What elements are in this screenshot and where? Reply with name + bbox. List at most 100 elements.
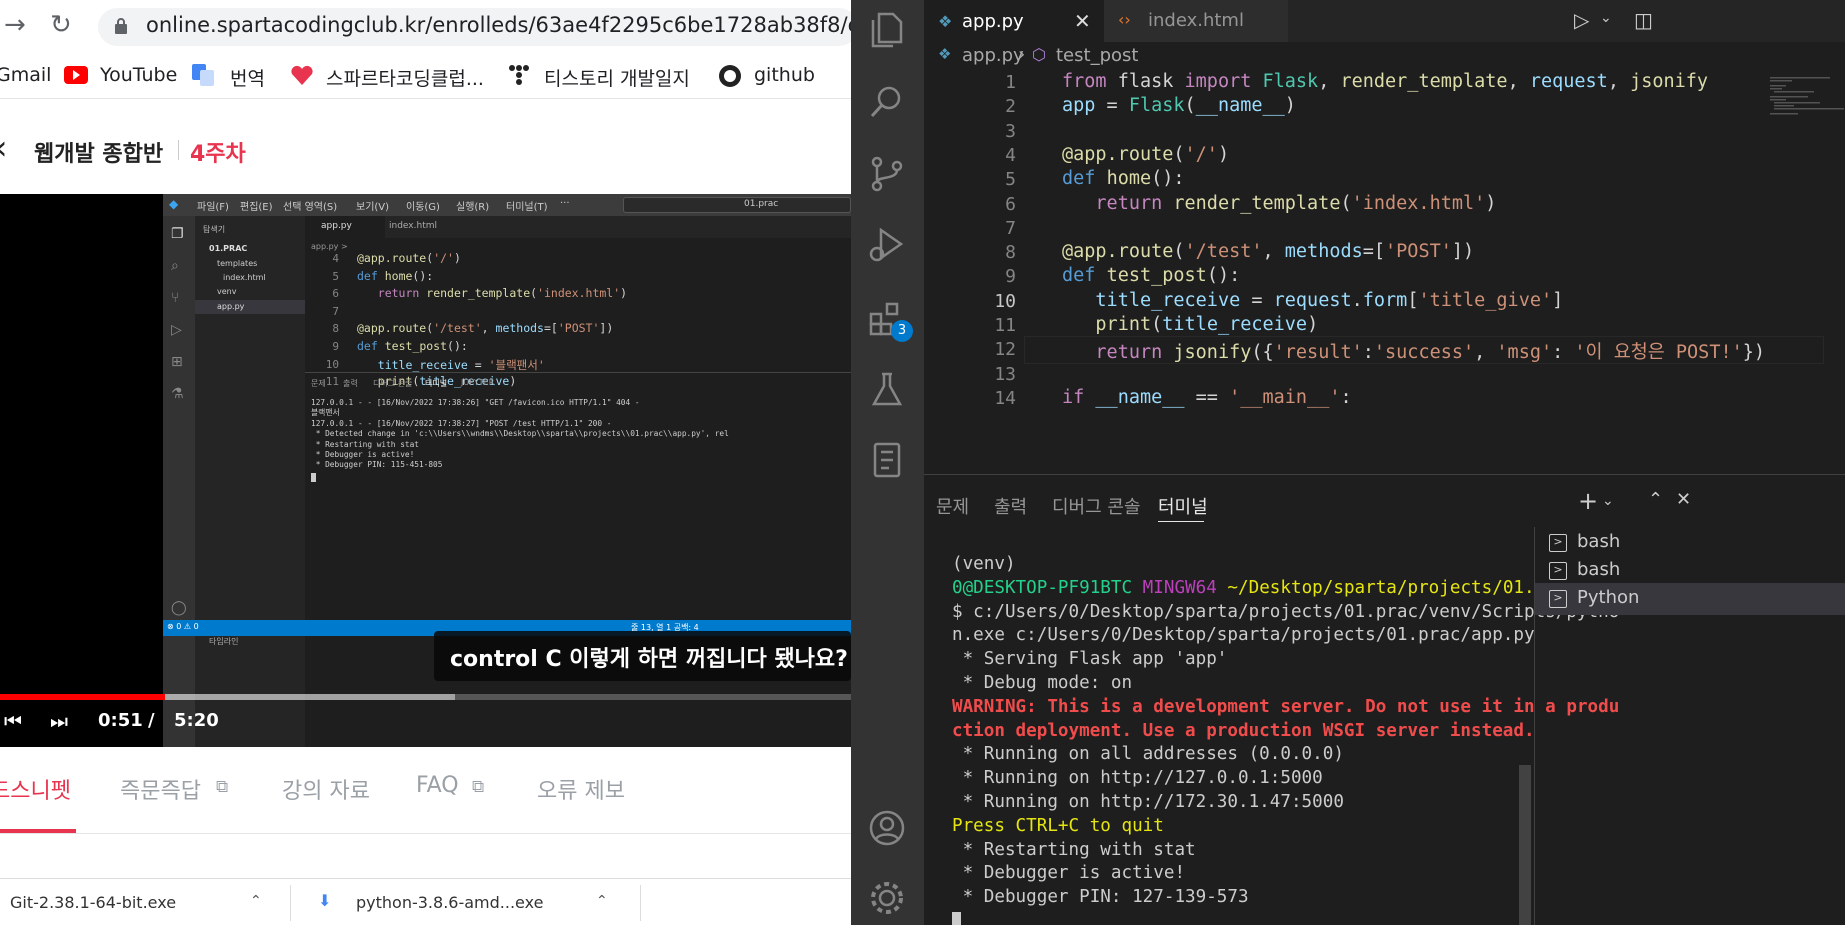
terminal-item-label: bash [1577, 559, 1621, 580]
close-icon[interactable]: ✕ [1074, 9, 1091, 33]
chevron-down-icon[interactable]: ⌄ [1600, 10, 1612, 26]
inner-terminal-cursor [311, 472, 316, 482]
inner-menu-edit: 편집(E) [240, 202, 273, 213]
tab-index-html[interactable]: ‹› index.html [1104, 0, 1288, 42]
download-item-python[interactable]: python-3.8.6-amd...exe [356, 893, 543, 912]
inner-terminal-line: * Detected change in 'c:\\Users\\wndms\\… [311, 429, 729, 439]
close-panel-icon[interactable]: ✕ [1676, 489, 1691, 510]
github-icon [719, 65, 741, 87]
inner-activitybar: ❐ ⌕ ⑂ ▷ ⊞ ⚗ ◯ [163, 216, 195, 747]
reload-button[interactable]: ↻ [50, 12, 72, 38]
term-quit-hint: Press CTRL+C to quit [952, 815, 1164, 836]
terminal-output[interactable]: (venv) 0@DESKTOP-PF91BTC MINGW64 ~/Deskt… [952, 553, 1619, 925]
inner-panel-tab: JUPYTER [461, 378, 495, 387]
term-running-local: * Running on http://127.0.0.1:5000 [952, 768, 1323, 789]
back-chevron-icon[interactable]: ‹ [0, 128, 8, 168]
code-editor[interactable]: 1 from flask import Flask, render_templat… [924, 72, 1845, 474]
inner-run-icon: ▷ [171, 322, 182, 338]
term-cmd1: $ c:/Users/0/Desktop/sparta/projects/01.… [952, 601, 1620, 622]
chevron-down-icon[interactable]: ⌄ [1602, 493, 1614, 509]
term-debug-mode: * Debug mode: on [952, 672, 1133, 693]
inner-extensions-icon: ⊞ [171, 354, 183, 370]
gear-icon[interactable] [865, 876, 909, 920]
run-file-icon[interactable]: ▷ [1574, 8, 1589, 32]
breadcrumb-file[interactable]: app.py [962, 45, 1024, 66]
bookmark-github[interactable]: github [754, 64, 815, 86]
forward-button[interactable]: → [4, 12, 26, 38]
line-number: 5 [1005, 169, 1016, 191]
new-terminal-icon[interactable]: + [1578, 487, 1598, 515]
explorer-icon[interactable] [865, 8, 909, 52]
code-line: app = Flask(__name__) [1062, 95, 1296, 117]
term-warning-1: WARNING: This is a development server. D… [952, 696, 1620, 717]
term-warning-2: ction deployment. Use a production WSGI … [952, 720, 1535, 741]
inner-status-left: ⊗ 0 ⚠ 0 [167, 622, 199, 631]
bottom-panel: 문제 출력 디버그 콘솔 터미널 + ⌄ ⌃ ✕ (venv) 0@DESKTO… [924, 474, 1845, 925]
inner-line-number: 10 [325, 357, 339, 371]
tab-qna[interactable]: 즉문즉답 [120, 773, 201, 805]
bookmark-translate[interactable]: 번역 [230, 64, 265, 91]
tab-faq[interactable]: FAQ [416, 773, 459, 798]
inner-code-line: def home(): [357, 268, 434, 283]
line-number: 9 [1005, 266, 1016, 288]
panel-tab-debug-console[interactable]: 디버그 콘솔 [1052, 493, 1141, 519]
inner-panel-tab: 디버그 콘솔 [373, 379, 413, 388]
line-number: 13 [994, 363, 1016, 385]
inner-menu-view: 보기(V) [356, 202, 390, 213]
inner-terminal-line: * Debugger is active! [311, 450, 415, 460]
address-bar-row: → ↻ online.spartacodingclub.kr/enrolleds… [0, 0, 851, 52]
inner-breadcrumb: app.py > [311, 242, 348, 251]
video-player[interactable]: ◆ 파일(F) 편집(E) 선택 영역(S) 보기(V) 이동(G) 실행(R)… [0, 194, 851, 747]
term-serving: * Serving Flask app 'app' [952, 649, 1228, 670]
download-item-git[interactable]: Git-2.38.1-64-bit.exe [10, 893, 176, 912]
video-progress-bar[interactable] [0, 694, 851, 700]
search-icon[interactable] [865, 80, 909, 124]
bookmark-gmail[interactable]: Gmail [0, 64, 51, 86]
inner-menu-terminal: 터미널(T) [506, 202, 548, 213]
panel-tab-output[interactable]: 출력 [994, 493, 1027, 519]
divider [178, 140, 179, 160]
jupyter-icon[interactable] [865, 438, 909, 482]
skip-back-icon[interactable]: ⏮ [4, 709, 22, 733]
account-icon[interactable] [865, 806, 909, 850]
inner-tabbar: app.py index.html [305, 216, 851, 238]
panel-tab-terminal[interactable]: 터미널 [1158, 493, 1208, 519]
bookmark-youtube[interactable]: YouTube [100, 64, 177, 86]
maximize-panel-icon[interactable]: ⌃ [1648, 489, 1663, 510]
chevron-up-icon[interactable]: ⌃ [596, 893, 608, 909]
source-control-icon[interactable] [865, 152, 909, 196]
sparta-icon [291, 65, 313, 85]
terminal-scrollbar[interactable] [1519, 765, 1531, 925]
inner-titlebar: ◆ 파일(F) 편집(E) 선택 영역(S) 보기(V) 이동(G) 실행(R)… [163, 194, 851, 216]
inner-files-icon: ❐ [171, 226, 184, 242]
breadcrumb-symbol[interactable]: test_post [1056, 45, 1138, 66]
tab-report-error[interactable]: 오류 제보 [537, 773, 625, 805]
line-number: 6 [1005, 193, 1016, 215]
chevron-right-icon: › [1018, 44, 1026, 65]
chevron-up-icon[interactable]: ⌃ [250, 893, 262, 909]
skip-next-icon[interactable]: ⏭ [50, 709, 68, 733]
inner-line-number: 9 [332, 340, 339, 353]
minimap[interactable] [1768, 76, 1844, 116]
inner-line-number: 6 [332, 287, 339, 301]
code-line: @app.route('/') [1062, 143, 1230, 165]
tab-materials[interactable]: 강의 자료 [282, 773, 370, 805]
code-line: title_receive = request.form['title_give… [1095, 289, 1564, 311]
code-line: return jsonify({'result':'success', 'msg… [1095, 342, 1766, 364]
terminal-item-python[interactable]: > Python [1535, 583, 1845, 615]
url-text[interactable]: online.spartacodingclub.kr/enrolleds/63a… [146, 13, 851, 37]
term-restarting: * Restarting with stat [952, 839, 1196, 860]
testing-flask-icon[interactable] [865, 368, 909, 412]
inner-code-line: @app.route('/') [357, 251, 461, 265]
code-line: from flask import Flask, render_template… [1062, 72, 1709, 92]
inner-tree-index: index.html [223, 273, 266, 282]
run-debug-icon[interactable] [865, 222, 909, 266]
bookmark-tistory[interactable]: 티스토리 개발일지 [544, 64, 690, 91]
bookmark-sparta[interactable]: 스파르타코딩클럽... [326, 64, 484, 91]
code-line: def home(): [1062, 168, 1185, 190]
tab-codesnippet[interactable]: 드스니펫 [0, 773, 71, 805]
panel-tab-problems[interactable]: 문제 [936, 493, 969, 519]
html-file-icon: ‹› [1118, 10, 1131, 29]
tab-app-py[interactable]: ❖ app.py ✕ [924, 0, 1104, 42]
split-editor-icon[interactable]: ◫ [1634, 8, 1653, 32]
